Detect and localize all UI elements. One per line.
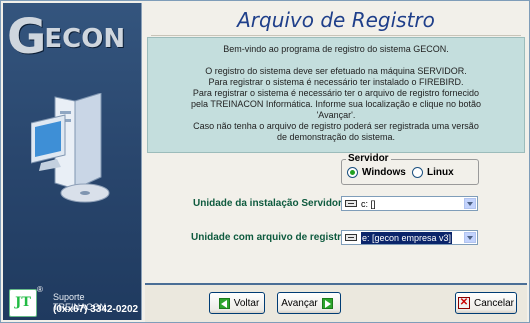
- chevron-down-icon[interactable]: [464, 198, 476, 209]
- support-phone: (0xx67) 3342-0202: [53, 304, 139, 315]
- info-line: Para registrar o sistema é necessário te…: [192, 88, 480, 98]
- registry-drive-label: Unidade com arquivo de registro: [191, 232, 348, 243]
- radio-windows[interactable]: Windows: [347, 167, 406, 178]
- chevron-down-icon[interactable]: [464, 232, 476, 243]
- next-button-label: Avançar: [281, 297, 318, 309]
- radio-linux[interactable]: Linux: [412, 167, 454, 178]
- install-drive-value: c: []: [361, 199, 376, 209]
- radio-linux-label: Linux: [427, 167, 454, 178]
- page-title: Arquivo de Registro: [237, 8, 435, 32]
- drive-icon: [345, 234, 357, 241]
- computer-icon: [31, 93, 110, 203]
- back-button-label: Voltar: [233, 297, 260, 309]
- arrow-left-icon: [218, 297, 230, 309]
- info-line: 'Avançar'.: [316, 110, 356, 120]
- radio-dot-selected[interactable]: [347, 167, 358, 178]
- info-line: Para registrar o sistema é necessário te…: [208, 77, 464, 87]
- info-line: de demonstração do sistema.: [276, 132, 396, 142]
- close-icon: ✕: [457, 297, 470, 309]
- button-bar: Voltar Avançar ✕ Cancelar: [145, 283, 527, 322]
- sidebar: GECON JT ® Suporte TREINACON (0xx67) 334…: [3, 3, 142, 320]
- logo-initial: G: [7, 9, 47, 65]
- arrow-right-icon: [321, 297, 333, 309]
- server-radio-group: Servidor Windows Linux: [341, 153, 479, 185]
- next-button[interactable]: Avançar: [277, 292, 341, 314]
- info-line: Bem-vindo ao programa de registro do sis…: [223, 44, 449, 54]
- support-block: JT ® Suporte TREINACON (0xx67) 3342-0202: [7, 285, 139, 317]
- registry-drive-select[interactable]: e: [gecon empresa v3]: [341, 230, 478, 245]
- info-line: pela TREINACON Informática. Informe sua …: [191, 99, 481, 109]
- cancel-button[interactable]: ✕ Cancelar: [455, 292, 517, 314]
- info-line: O registro do sistema deve ser efetuado …: [205, 66, 467, 76]
- registered-mark: ®: [37, 285, 43, 294]
- server-caption: Servidor: [346, 153, 391, 164]
- registration-window: GECON JT ® Suporte TREINACON (0xx67) 334…: [0, 0, 530, 323]
- gecon-logo: GECON: [7, 9, 125, 65]
- radio-windows-label: Windows: [362, 167, 406, 178]
- install-drive-select[interactable]: c: []: [341, 196, 478, 211]
- drive-icon: [345, 200, 357, 207]
- info-panel: Bem-vindo ao programa de registro do sis…: [147, 37, 525, 153]
- registry-drive-value: e: [gecon empresa v3]: [361, 232, 453, 244]
- radio-dot[interactable]: [412, 167, 423, 178]
- title-divider: [151, 35, 521, 36]
- cancel-button-label: Cancelar: [473, 297, 515, 309]
- treinacon-logo: JT: [9, 289, 37, 317]
- install-drive-label: Unidade da instalação Servidor: [193, 198, 342, 209]
- back-button[interactable]: Voltar: [209, 292, 265, 314]
- info-line: Caso não tenha o arquivo de registro pod…: [193, 121, 479, 131]
- logo-rest: ECON: [44, 24, 126, 54]
